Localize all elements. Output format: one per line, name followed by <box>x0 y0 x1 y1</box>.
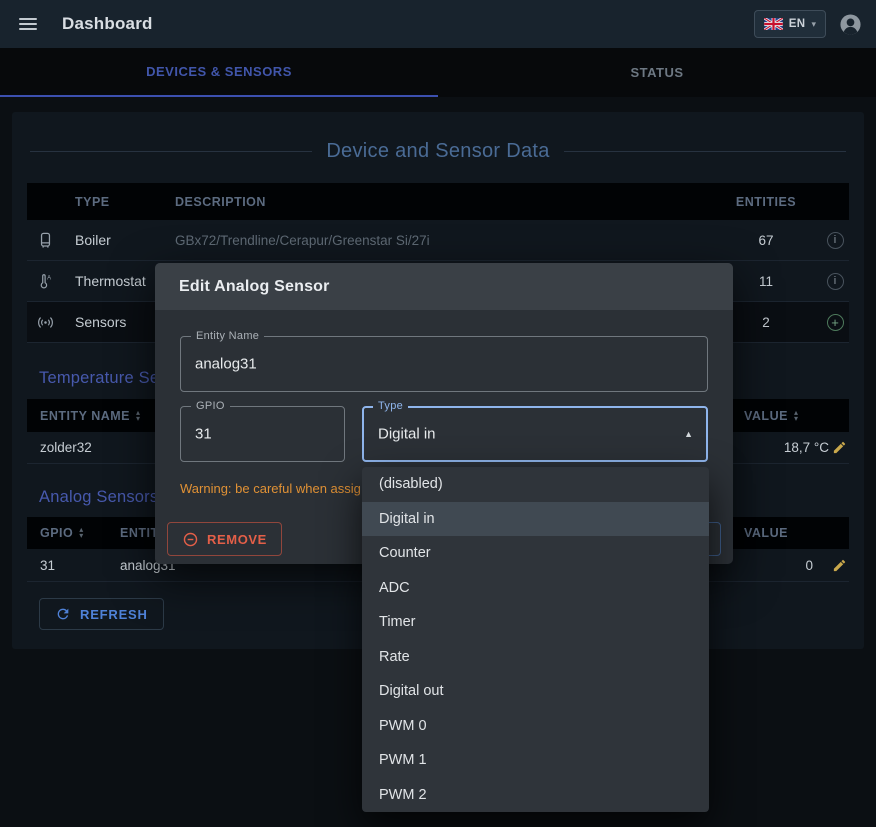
option-adc[interactable]: ADC <box>362 571 709 606</box>
gpio-field-label: GPIO <box>191 400 230 412</box>
tab-devices-sensors[interactable]: DEVICES & SENSORS <box>0 48 438 97</box>
col-description: DESCRIPTION <box>163 195 711 209</box>
device-description: GBx72/Trendline/Cerapur/Greenstar Si/27i <box>163 233 711 248</box>
option-rate[interactable]: Rate <box>362 640 709 675</box>
remove-circle-icon <box>182 531 199 548</box>
option-counter[interactable]: Counter <box>362 536 709 571</box>
col-entities: ENTITIES <box>711 195 821 209</box>
sensors-icon <box>27 313 63 332</box>
tab-bar: DEVICES & SENSORS STATUS <box>0 48 876 97</box>
app-bar-right: EN ▾ <box>754 10 862 38</box>
svg-text:A: A <box>47 275 51 281</box>
option-digital-out[interactable]: Digital out <box>362 674 709 709</box>
app-bar: Dashboard EN ▾ <box>0 0 876 48</box>
type-select-value: Digital in <box>378 426 436 443</box>
col-value-label: VALUE <box>744 409 788 423</box>
table-row-boiler[interactable]: Boiler GBx72/Trendline/Cerapur/Greenstar… <box>27 220 849 261</box>
edit-icon[interactable] <box>829 440 849 455</box>
gpio-value: 31 <box>27 558 107 573</box>
page-title: Device and Sensor Data <box>326 140 549 163</box>
entity-name-field-value: analog31 <box>195 356 257 373</box>
dialog-title: Edit Analog Sensor <box>155 263 733 310</box>
add-icon[interactable]: + <box>827 314 844 331</box>
device-type: Sensors <box>63 314 163 330</box>
user-avatar[interactable] <box>839 13 862 36</box>
divider <box>30 151 312 152</box>
option-pwm-2[interactable]: PWM 2 <box>362 778 709 813</box>
info-icon[interactable]: i <box>827 232 844 249</box>
device-type: Thermostat <box>63 273 163 289</box>
language-label: EN <box>789 18 806 30</box>
entity-name-field-label: Entity Name <box>191 330 264 342</box>
app-title: Dashboard <box>62 14 153 34</box>
chevron-up-icon: ▲ <box>684 429 693 439</box>
gpio-field[interactable]: GPIO 31 <box>180 406 345 462</box>
remove-button[interactable]: REMOVE <box>167 522 282 556</box>
col-gpio: GPIO ▴▾ <box>27 526 107 540</box>
device-table-header: TYPE DESCRIPTION ENTITIES <box>27 183 849 220</box>
device-type: Boiler <box>63 232 163 248</box>
device-entities: 67 <box>711 233 821 248</box>
uk-flag-icon <box>764 18 783 30</box>
option-pwm-1[interactable]: PWM 1 <box>362 743 709 778</box>
col-type: TYPE <box>63 195 163 209</box>
refresh-button[interactable]: REFRESH <box>39 598 164 630</box>
sort-icon[interactable]: ▴▾ <box>794 410 799 422</box>
option-pwm-0[interactable]: PWM 0 <box>362 709 709 744</box>
refresh-icon <box>55 606 71 622</box>
refresh-label: REFRESH <box>80 607 148 622</box>
sort-icon[interactable]: ▴▾ <box>79 527 84 539</box>
edit-icon[interactable] <box>829 558 849 573</box>
menu-icon[interactable] <box>19 18 37 30</box>
type-select[interactable]: Type Digital in ▲ <box>362 406 708 462</box>
type-dropdown-menu: (disabled) Digital in Counter ADC Timer … <box>362 467 709 812</box>
info-icon[interactable]: i <box>827 273 844 290</box>
entity-name-field[interactable]: Entity Name analog31 <box>180 336 708 392</box>
col-gpio-label: GPIO <box>40 526 73 540</box>
thermostat-icon: A <box>27 272 63 291</box>
option-timer[interactable]: Timer <box>362 605 709 640</box>
remove-label: REMOVE <box>207 532 267 547</box>
option-disabled[interactable]: (disabled) <box>362 467 709 502</box>
col-entity-name-label: ENTITY NAME <box>40 409 130 423</box>
chevron-down-icon: ▾ <box>811 19 816 30</box>
tab-status[interactable]: STATUS <box>438 48 876 97</box>
type-select-label: Type <box>373 400 408 412</box>
page-title-row: Device and Sensor Data <box>12 139 864 163</box>
language-selector[interactable]: EN ▾ <box>754 10 826 38</box>
gpio-warning-text: Warning: be careful when assig <box>180 481 361 496</box>
boiler-icon <box>27 231 63 250</box>
option-digital-in[interactable]: Digital in <box>362 502 709 537</box>
screen: Dashboard EN ▾ <box>0 0 876 827</box>
divider <box>564 151 846 152</box>
gpio-field-value: 31 <box>195 426 212 443</box>
sort-icon[interactable]: ▴▾ <box>136 410 141 422</box>
